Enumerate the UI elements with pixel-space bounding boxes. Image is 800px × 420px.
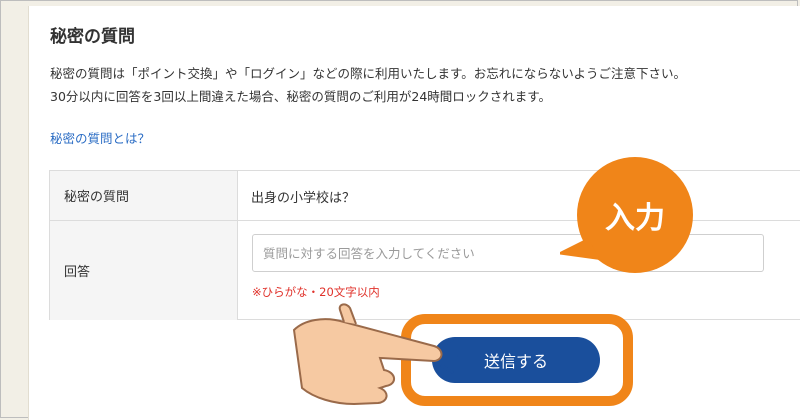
description-line-1: 秘密の質問は「ポイント交換」や「ログイン」などの際に利用いたします。お忘れになら… [50, 66, 687, 81]
question-label: 秘密の質問 [50, 171, 238, 220]
question-value: 出身の小学校は？ [251, 191, 356, 206]
description-line-2: 30分以内に回答を3回以上間違えた場合、秘密の質問のご利用が24時間ロックされま… [50, 89, 552, 104]
callout-label: 入力 [605, 201, 665, 236]
pointing-hand-icon [292, 303, 458, 406]
answer-note: ※ひらがな・20文字以内 [252, 285, 380, 299]
help-link[interactable]: 秘密の質問とは？ [50, 128, 150, 147]
answer-label: 回答 [50, 221, 238, 320]
page-title: 秘密の質問 [50, 27, 135, 47]
